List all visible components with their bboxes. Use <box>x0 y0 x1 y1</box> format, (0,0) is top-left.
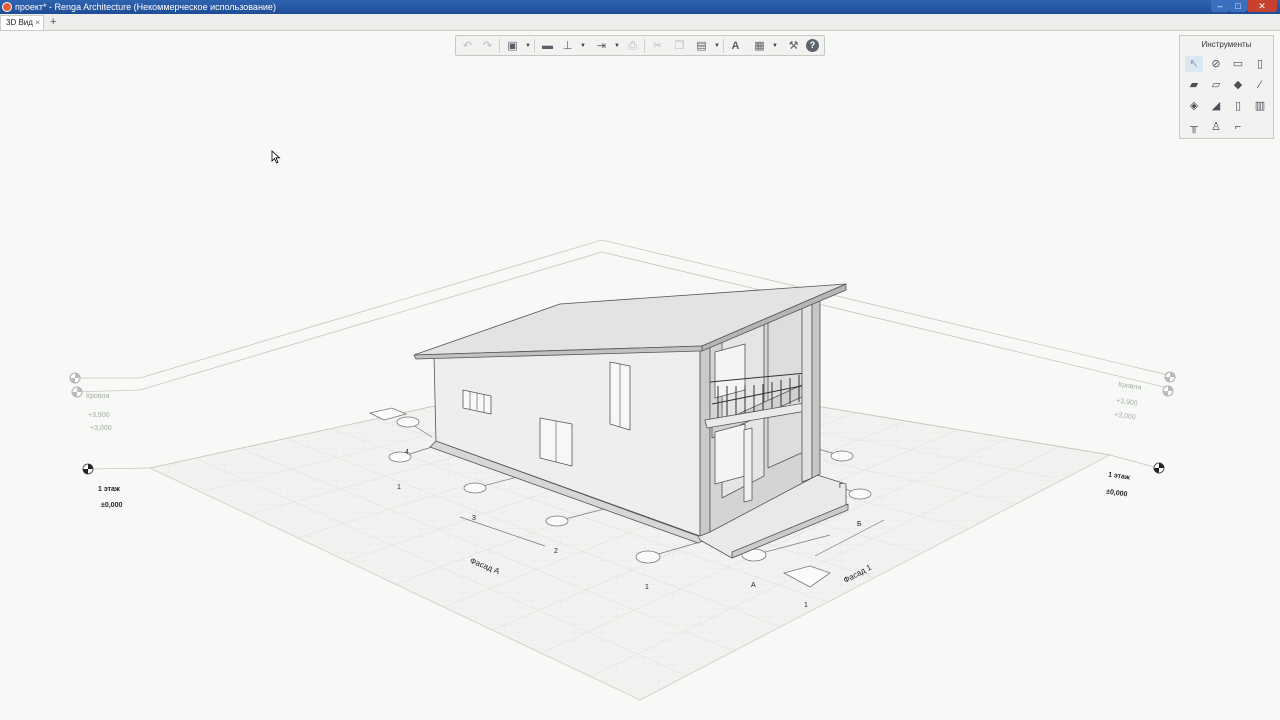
window-tool-icon[interactable]: ▥ <box>1251 98 1269 114</box>
paste-dropdown-icon[interactable]: ▼ <box>714 39 720 53</box>
tools-panel-title: Инструменты <box>1201 40 1252 49</box>
level-floor1-name-left: 1 этаж <box>98 486 120 493</box>
slab-tool-icon[interactable]: ▱ <box>1207 77 1225 93</box>
level-roof-elev-left: +3,900 <box>88 412 110 419</box>
railing-tool-icon[interactable]: ╥ <box>1185 119 1203 135</box>
help-icon[interactable]: ? <box>806 39 819 52</box>
mouse-cursor-icon <box>271 150 281 164</box>
stair-tool-icon[interactable]: ◈ <box>1185 98 1203 114</box>
close-window-button[interactable]: ✕ <box>1247 0 1277 12</box>
export-dropdown-icon[interactable]: ▼ <box>614 39 620 53</box>
axis-label-4: 4 <box>405 449 409 456</box>
axis-label-2: 2 <box>554 548 558 555</box>
level-roof-elev2-left: +3,000 <box>90 425 112 432</box>
model-canvas <box>69 239 1176 701</box>
tab-3d-view[interactable]: 3D Вид × <box>0 15 44 30</box>
tab-close-icon[interactable]: × <box>35 16 40 30</box>
axis-label-3: 3 <box>472 515 476 522</box>
minimize-button[interactable]: ‒ <box>1211 0 1229 12</box>
title-bar: проект* - Renga Architecture (Некоммерче… <box>0 0 1280 14</box>
3d-viewport[interactable]: 1 3 2 1 А Б Г 4 1 Фасад А Фасад 1 Кровля… <box>0 31 1280 720</box>
maximize-button[interactable]: □ <box>1229 0 1247 12</box>
app-icon <box>2 2 12 12</box>
window-title: проект* - Renga Architecture (Некоммерче… <box>15 2 276 12</box>
ramp-tool-icon[interactable]: ◢ <box>1207 98 1225 114</box>
toolbar-divider <box>723 39 724 53</box>
toolbar-divider <box>499 39 500 53</box>
select-tool-icon[interactable]: ↖ <box>1185 56 1203 72</box>
cut-icon[interactable]: ✂ <box>650 39 665 53</box>
tab-label: 3D Вид <box>6 18 33 27</box>
level-tool-icon[interactable]: ▭ <box>1229 56 1247 72</box>
axis-label-b: Б <box>857 521 862 528</box>
equipment-tool-icon[interactable]: ♙ <box>1207 119 1225 135</box>
room-tool-icon[interactable]: ⌐ <box>1229 119 1247 135</box>
column-tool-icon[interactable]: ▯ <box>1251 56 1269 72</box>
table-icon[interactable]: ▦ <box>752 39 767 53</box>
axis-tool-icon[interactable]: ⊘ <box>1207 56 1225 72</box>
tools-panel: Инструменты ↖ ⊘ ▭ ▯ ▰ ▱ ◆ ∕ ◈ ◢ ▯ ▥ ╥ ♙ … <box>1179 35 1274 139</box>
paste-icon[interactable]: ▤ <box>694 39 709 53</box>
tab-bar: 3D Вид × + <box>0 14 1280 31</box>
axis-label-1b: 1 <box>645 584 649 591</box>
export-icon[interactable]: ⇥ <box>594 39 609 53</box>
roof-tool-icon[interactable]: ◆ <box>1229 77 1247 93</box>
wall-tool-icon[interactable]: ▰ <box>1185 77 1203 93</box>
undo-icon[interactable]: ↶ <box>460 39 475 53</box>
text-style-icon[interactable]: A <box>728 39 743 53</box>
redo-icon[interactable]: ↷ <box>480 39 495 53</box>
save-icon[interactable]: ⊥ <box>560 39 575 53</box>
section-label: 1 <box>804 602 808 609</box>
axis-label-g: Г <box>839 483 843 490</box>
add-tab-button[interactable]: + <box>50 15 56 29</box>
axis-label-1: 1 <box>397 484 401 491</box>
level-floor1-elev-left: ±0,000 <box>101 502 123 509</box>
view-dropdown-icon[interactable]: ▼ <box>525 39 531 53</box>
table-dropdown-icon[interactable]: ▼ <box>772 39 778 53</box>
main-toolbar: ↶ ↷ ▣ ▼ ▬ ⊥ ▼ ⇥ ▼ ⎙ ✂ ❐ ▤ ▼ A ▦ ▼ ⚒ ? <box>455 35 825 56</box>
toolbar-divider <box>644 39 645 53</box>
axis-label-a: А <box>751 582 756 589</box>
level-roof-name-left: Кровля <box>86 393 110 400</box>
wrench-icon[interactable]: ⚒ <box>786 39 801 53</box>
toolbar-divider <box>534 39 535 53</box>
copy-icon[interactable]: ❐ <box>672 39 687 53</box>
view-cube-icon[interactable]: ▣ <box>505 39 520 53</box>
open-folder-icon[interactable]: ▬ <box>540 39 555 53</box>
save-dropdown-icon[interactable]: ▼ <box>580 39 586 53</box>
beam-tool-icon[interactable]: ∕ <box>1251 77 1269 93</box>
print-icon[interactable]: ⎙ <box>625 39 640 53</box>
door-tool-icon[interactable]: ▯ <box>1229 98 1247 114</box>
